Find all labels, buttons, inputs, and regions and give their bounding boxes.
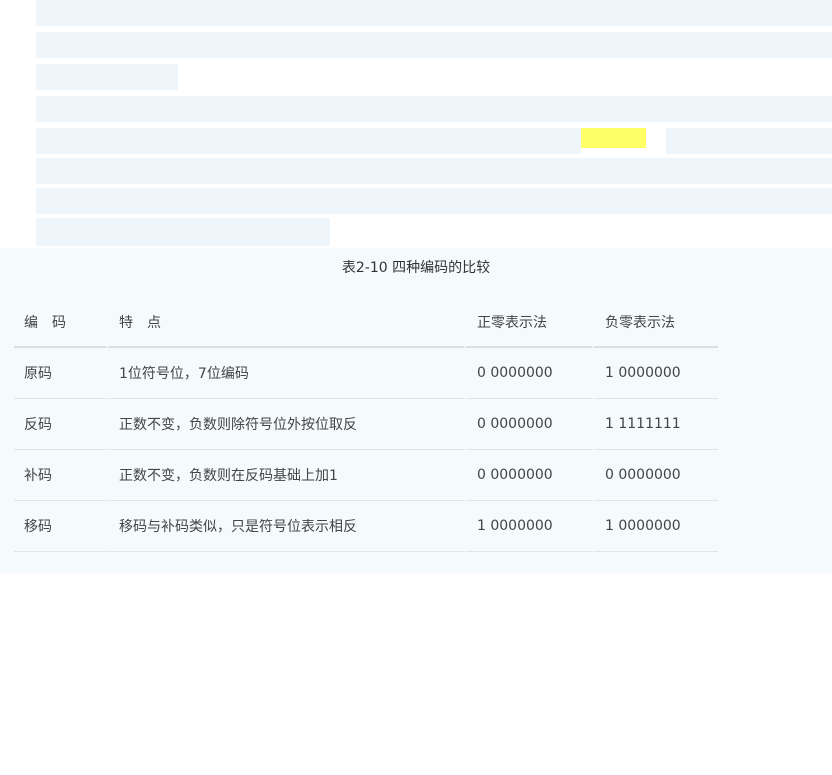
table-row: 原码 1位符号位，7位编码 0 0000000 1 0000000	[14, 348, 718, 399]
redacted-line	[36, 96, 832, 122]
redacted-line	[36, 32, 832, 58]
cell-negative-zero: 1 1111111	[592, 399, 718, 450]
cell-code: 移码	[14, 501, 106, 552]
cell-code: 原码	[14, 348, 106, 399]
redacted-line	[666, 128, 832, 154]
cell-negative-zero: 0 0000000	[592, 450, 718, 501]
document-page: 表2-10 四种编码的比较 编 码 特 点 正零表示法 负零表示法 原码 1位符…	[0, 0, 832, 775]
table-panel: 表2-10 四种编码的比较 编 码 特 点 正零表示法 负零表示法 原码 1位符…	[0, 248, 832, 574]
redacted-line	[36, 64, 178, 90]
cell-negative-zero: 1 0000000	[592, 501, 718, 552]
redacted-line	[36, 188, 832, 214]
cell-feature: 正数不变，负数则除符号位外按位取反	[106, 399, 464, 450]
cell-positive-zero: 0 0000000	[464, 348, 592, 399]
cell-feature: 1位符号位，7位编码	[106, 348, 464, 399]
text-highlight	[581, 128, 646, 148]
cell-positive-zero: 1 0000000	[464, 501, 592, 552]
table-row: 反码 正数不变，负数则除符号位外按位取反 0 0000000 1 1111111	[14, 399, 718, 450]
header-positive-zero: 正零表示法	[464, 297, 592, 348]
table-row: 补码 正数不变，负数则在反码基础上加1 0 0000000 0 0000000	[14, 450, 718, 501]
cell-feature: 正数不变，负数则在反码基础上加1	[106, 450, 464, 501]
header-feature: 特 点	[106, 297, 464, 348]
header-negative-zero: 负零表示法	[592, 297, 718, 348]
cell-code: 反码	[14, 399, 106, 450]
table-caption: 表2-10 四种编码的比较	[341, 260, 491, 276]
table-header-row: 编 码 特 点 正零表示法 负零表示法	[14, 297, 718, 348]
header-code: 编 码	[14, 297, 106, 348]
cell-positive-zero: 0 0000000	[464, 450, 592, 501]
redacted-line	[36, 218, 330, 246]
cell-feature: 移码与补码类似，只是符号位表示相反	[106, 501, 464, 552]
redacted-line	[36, 128, 581, 154]
cell-negative-zero: 1 0000000	[592, 348, 718, 399]
redacted-line	[36, 158, 832, 184]
table-row: 移码 移码与补码类似，只是符号位表示相反 1 0000000 1 0000000	[14, 501, 718, 552]
encoding-comparison-table: 编 码 特 点 正零表示法 负零表示法 原码 1位符号位，7位编码 0 0000…	[14, 297, 718, 552]
cell-code: 补码	[14, 450, 106, 501]
redacted-line	[36, 0, 832, 26]
cell-positive-zero: 0 0000000	[464, 399, 592, 450]
